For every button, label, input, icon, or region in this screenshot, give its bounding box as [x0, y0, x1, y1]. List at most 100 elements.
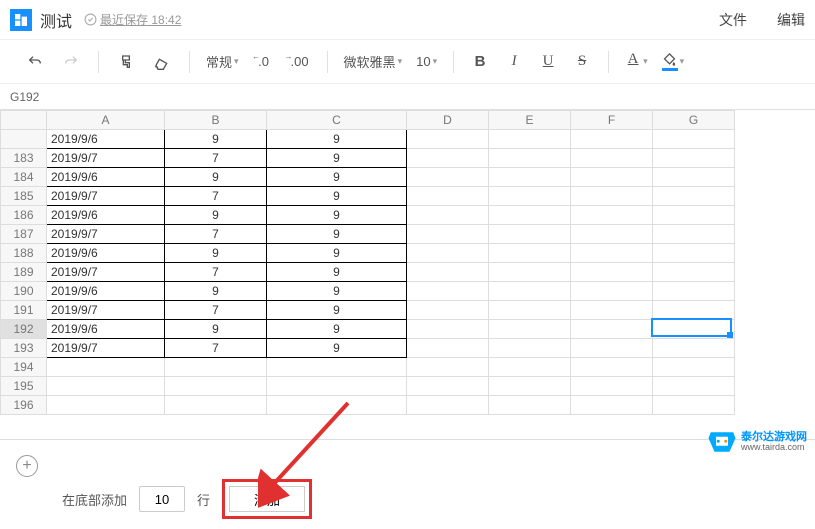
cell-A191[interactable]: 2019/9/7: [47, 301, 165, 320]
cell-E184[interactable]: [489, 168, 571, 187]
font-family-select[interactable]: 微软雅黑▾: [340, 47, 407, 77]
cell-G190[interactable]: [653, 282, 735, 301]
undo-button[interactable]: [20, 47, 50, 77]
cell-reference[interactable]: G192: [0, 84, 815, 110]
redo-button[interactable]: [56, 47, 86, 77]
document-title[interactable]: 测试: [40, 8, 72, 32]
cell-A193[interactable]: 2019/9/7: [47, 339, 165, 358]
cell-F189[interactable]: [571, 263, 653, 282]
cell[interactable]: [653, 130, 735, 149]
add-rows-button[interactable]: 添加: [229, 486, 305, 512]
cell-F183[interactable]: [571, 149, 653, 168]
cell-A184[interactable]: 2019/9/6: [47, 168, 165, 187]
italic-button[interactable]: I: [500, 53, 528, 70]
cell-D195[interactable]: [407, 377, 489, 396]
cell-F187[interactable]: [571, 225, 653, 244]
cell-G184[interactable]: [653, 168, 735, 187]
strikethrough-button[interactable]: S: [568, 53, 596, 70]
row-header-186[interactable]: 186: [1, 206, 47, 225]
cell-A187[interactable]: 2019/9/7: [47, 225, 165, 244]
cell-E183[interactable]: [489, 149, 571, 168]
cell-G196[interactable]: [653, 396, 735, 415]
cell-F192[interactable]: [571, 320, 653, 339]
cell-C196[interactable]: [267, 396, 407, 415]
cell-B189[interactable]: 7: [165, 263, 267, 282]
cell-B192[interactable]: 9: [165, 320, 267, 339]
cell-C187[interactable]: 9: [267, 225, 407, 244]
cell-B194[interactable]: [165, 358, 267, 377]
cell-D183[interactable]: [407, 149, 489, 168]
row-header-183[interactable]: 183: [1, 149, 47, 168]
bold-button[interactable]: B: [466, 53, 494, 70]
column-header-B[interactable]: B: [165, 111, 267, 130]
cell-A183[interactable]: 2019/9/7: [47, 149, 165, 168]
spreadsheet[interactable]: ABCDEFG2019/9/6991832019/9/7791842019/9/…: [0, 110, 815, 440]
cell-C192[interactable]: 9: [267, 320, 407, 339]
cell-C195[interactable]: [267, 377, 407, 396]
clear-format-button[interactable]: [147, 47, 177, 77]
column-header-G[interactable]: G: [653, 111, 735, 130]
cell-B195[interactable]: [165, 377, 267, 396]
cell-B185[interactable]: 7: [165, 187, 267, 206]
cell-D190[interactable]: [407, 282, 489, 301]
cell-F186[interactable]: [571, 206, 653, 225]
cell-D196[interactable]: [407, 396, 489, 415]
add-rows-count-input[interactable]: [139, 486, 185, 512]
row-header[interactable]: [1, 130, 47, 149]
cell-E194[interactable]: [489, 358, 571, 377]
column-header-C[interactable]: C: [267, 111, 407, 130]
column-header-D[interactable]: D: [407, 111, 489, 130]
cell-A196[interactable]: [47, 396, 165, 415]
decrease-decimal-button[interactable]: .0←: [249, 47, 279, 77]
menu-file[interactable]: 文件: [719, 10, 747, 30]
cell-D186[interactable]: [407, 206, 489, 225]
cell[interactable]: 2019/9/6: [47, 130, 165, 149]
cell-A195[interactable]: [47, 377, 165, 396]
cell-B191[interactable]: 7: [165, 301, 267, 320]
cell[interactable]: 9: [267, 130, 407, 149]
row-header-194[interactable]: 194: [1, 358, 47, 377]
cell-C193[interactable]: 9: [267, 339, 407, 358]
cell-B190[interactable]: 9: [165, 282, 267, 301]
row-header-193[interactable]: 193: [1, 339, 47, 358]
column-header-E[interactable]: E: [489, 111, 571, 130]
cell-B187[interactable]: 7: [165, 225, 267, 244]
row-header-196[interactable]: 196: [1, 396, 47, 415]
cell-C186[interactable]: 9: [267, 206, 407, 225]
menu-edit[interactable]: 编辑: [777, 10, 805, 30]
cell-D185[interactable]: [407, 187, 489, 206]
fill-color-button[interactable]: ▾: [658, 47, 689, 77]
cell-G187[interactable]: [653, 225, 735, 244]
cell-D191[interactable]: [407, 301, 489, 320]
cell[interactable]: 9: [165, 130, 267, 149]
row-header-192[interactable]: 192: [1, 320, 47, 339]
cell-D184[interactable]: [407, 168, 489, 187]
cell-B184[interactable]: 9: [165, 168, 267, 187]
format-painter-button[interactable]: [111, 47, 141, 77]
row-header-187[interactable]: 187: [1, 225, 47, 244]
cell-B193[interactable]: 7: [165, 339, 267, 358]
cell-C190[interactable]: 9: [267, 282, 407, 301]
cell-A192[interactable]: 2019/9/6: [47, 320, 165, 339]
cell-C191[interactable]: 9: [267, 301, 407, 320]
cell-G189[interactable]: [653, 263, 735, 282]
cell-A188[interactable]: 2019/9/6: [47, 244, 165, 263]
cell[interactable]: [571, 130, 653, 149]
row-header-184[interactable]: 184: [1, 168, 47, 187]
column-header-F[interactable]: F: [571, 111, 653, 130]
row-header-188[interactable]: 188: [1, 244, 47, 263]
cell-C183[interactable]: 9: [267, 149, 407, 168]
cell-C185[interactable]: 9: [267, 187, 407, 206]
cell-E187[interactable]: [489, 225, 571, 244]
cell-D194[interactable]: [407, 358, 489, 377]
row-header-189[interactable]: 189: [1, 263, 47, 282]
cell-A189[interactable]: 2019/9/7: [47, 263, 165, 282]
row-header-190[interactable]: 190: [1, 282, 47, 301]
text-color-button[interactable]: A ▾: [621, 47, 652, 77]
cell[interactable]: [407, 130, 489, 149]
font-size-select[interactable]: 10▾: [412, 47, 441, 77]
cell-G194[interactable]: [653, 358, 735, 377]
cell-B196[interactable]: [165, 396, 267, 415]
cell-G186[interactable]: [653, 206, 735, 225]
cell-E195[interactable]: [489, 377, 571, 396]
